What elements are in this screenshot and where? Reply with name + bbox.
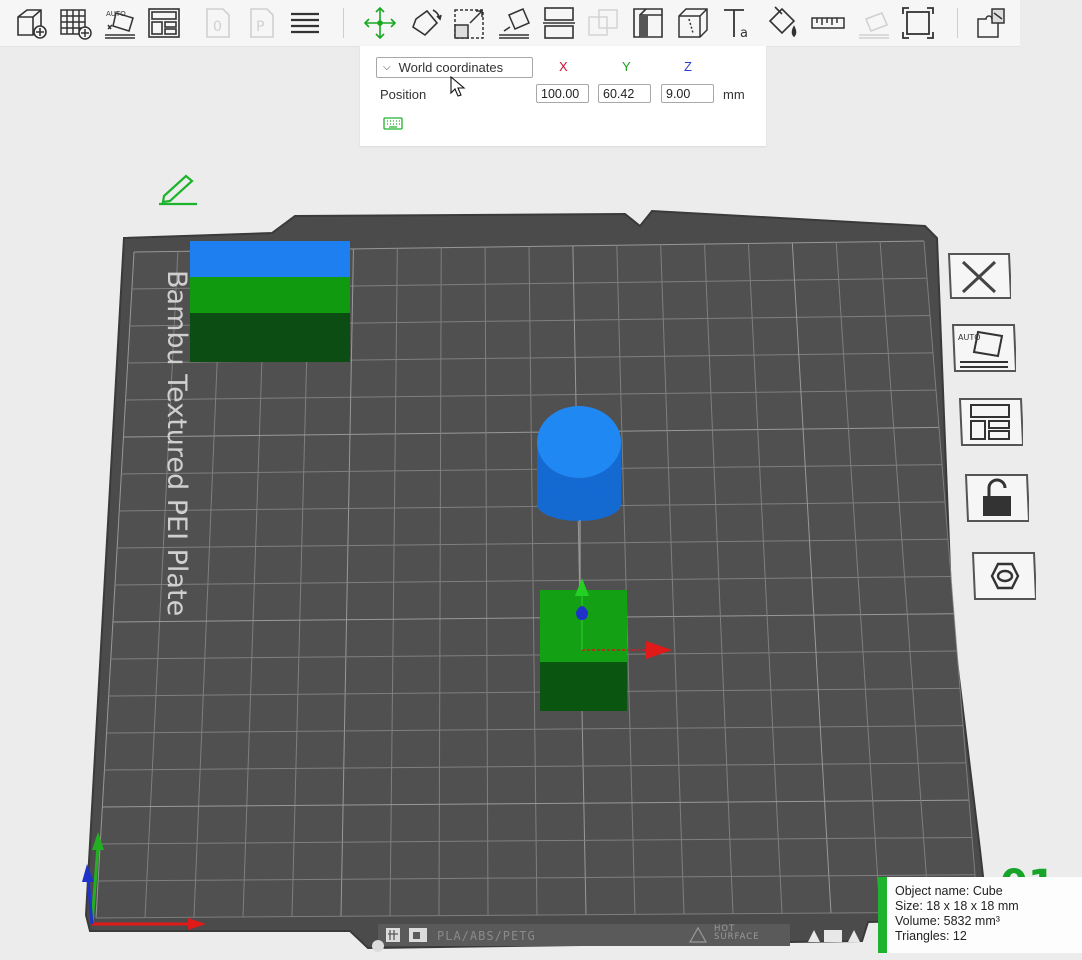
object-triangles: Triangles: 12 (895, 929, 967, 943)
seam-painting-icon[interactable] (673, 3, 713, 43)
position-z-input[interactable]: 9.00 (661, 84, 714, 103)
main-toolbar: AUTO 0 P a (0, 0, 1020, 47)
toolbar-separator (343, 8, 344, 38)
keyboard-shortcuts-icon[interactable] (383, 116, 403, 131)
arrange-plate-icon (958, 398, 1023, 446)
coordinate-system-value: World coordinates (398, 60, 504, 75)
add-plate-icon[interactable] (55, 3, 95, 43)
auto-orient-icon[interactable]: AUTO (100, 3, 140, 43)
layers-icon[interactable] (285, 3, 325, 43)
multicolor-block-object[interactable] (190, 241, 350, 362)
add-object-icon[interactable] (11, 3, 51, 43)
y-axis-label: Y (622, 59, 631, 74)
assembly-icon[interactable] (854, 3, 894, 43)
coordinate-system-select[interactable]: ⌵ World coordinates (376, 57, 533, 78)
cut-icon[interactable] (539, 3, 579, 43)
svg-text:a: a (740, 26, 748, 41)
plate-number: 01 (1000, 862, 1056, 878)
color-painting-icon[interactable] (763, 3, 803, 43)
print-plate-icon[interactable]: P (241, 3, 281, 43)
lay-on-face-icon[interactable] (494, 3, 534, 43)
auto-orient-plate-icon: AUTO (951, 324, 1016, 372)
plate-settings-button[interactable] (970, 550, 1036, 602)
rotate-icon[interactable] (405, 3, 445, 43)
hot-surface-warning: HOT SURFACE (714, 925, 760, 942)
mesh-boolean-icon[interactable] (583, 3, 623, 43)
plate-name-label: Bambu Textured PEI Plate (161, 270, 192, 616)
object-size: Size: 18 x 18 x 18 mm (895, 899, 1019, 913)
object-name: Object name: Cube (895, 884, 1003, 898)
position-x-input[interactable]: 100.00 (536, 84, 589, 103)
lock-plate-icon (964, 474, 1029, 522)
hot-surface-line-2: SURFACE (714, 932, 760, 942)
move-icon[interactable] (360, 3, 400, 43)
measure-icon[interactable] (808, 3, 848, 43)
mouse-cursor-icon (450, 76, 466, 97)
svg-text:P: P (256, 19, 264, 35)
scale-icon[interactable] (450, 3, 490, 43)
support-painting-icon[interactable] (628, 3, 668, 43)
position-y-input[interactable]: 60.42 (598, 84, 651, 103)
text-icon[interactable]: a (718, 3, 758, 43)
chevron-down-icon: ⌵ (383, 62, 391, 73)
arrange-icon[interactable] (144, 3, 184, 43)
auto-orient-plate-button[interactable]: AUTO (950, 322, 1016, 374)
object-volume: Volume: 5832 mm³ (895, 914, 1000, 928)
plate-settings-icon (971, 552, 1036, 600)
close-plate-button[interactable] (945, 250, 1011, 302)
object-info-panel: Object name: Cube Size: 18 x 18 x 18 mm … (878, 877, 1082, 953)
z-axis-label: Z (684, 59, 692, 74)
x-axis-label: X (559, 59, 568, 74)
toolbar-separator (957, 8, 958, 38)
move-gizmo-panel: ⌵ World coordinates X Y Z Position 100.0… (360, 46, 766, 146)
close-plate-icon (947, 253, 1011, 299)
unit-label: mm (723, 87, 745, 102)
lock-plate-button[interactable] (963, 472, 1029, 524)
cylinder-object[interactable] (537, 406, 621, 521)
filament-type-label: PLA/ABS/PETG (437, 929, 536, 943)
position-label: Position (380, 87, 427, 102)
svg-text:0: 0 (213, 19, 222, 35)
slice-plate-icon[interactable]: 0 (197, 3, 237, 43)
fit-view-icon[interactable] (898, 3, 938, 43)
split-objects-icon[interactable] (972, 3, 1012, 43)
arrange-plate-button[interactable] (957, 396, 1023, 448)
3d-viewport[interactable]: Bambu Textured PEI Plate (0, 150, 1082, 960)
